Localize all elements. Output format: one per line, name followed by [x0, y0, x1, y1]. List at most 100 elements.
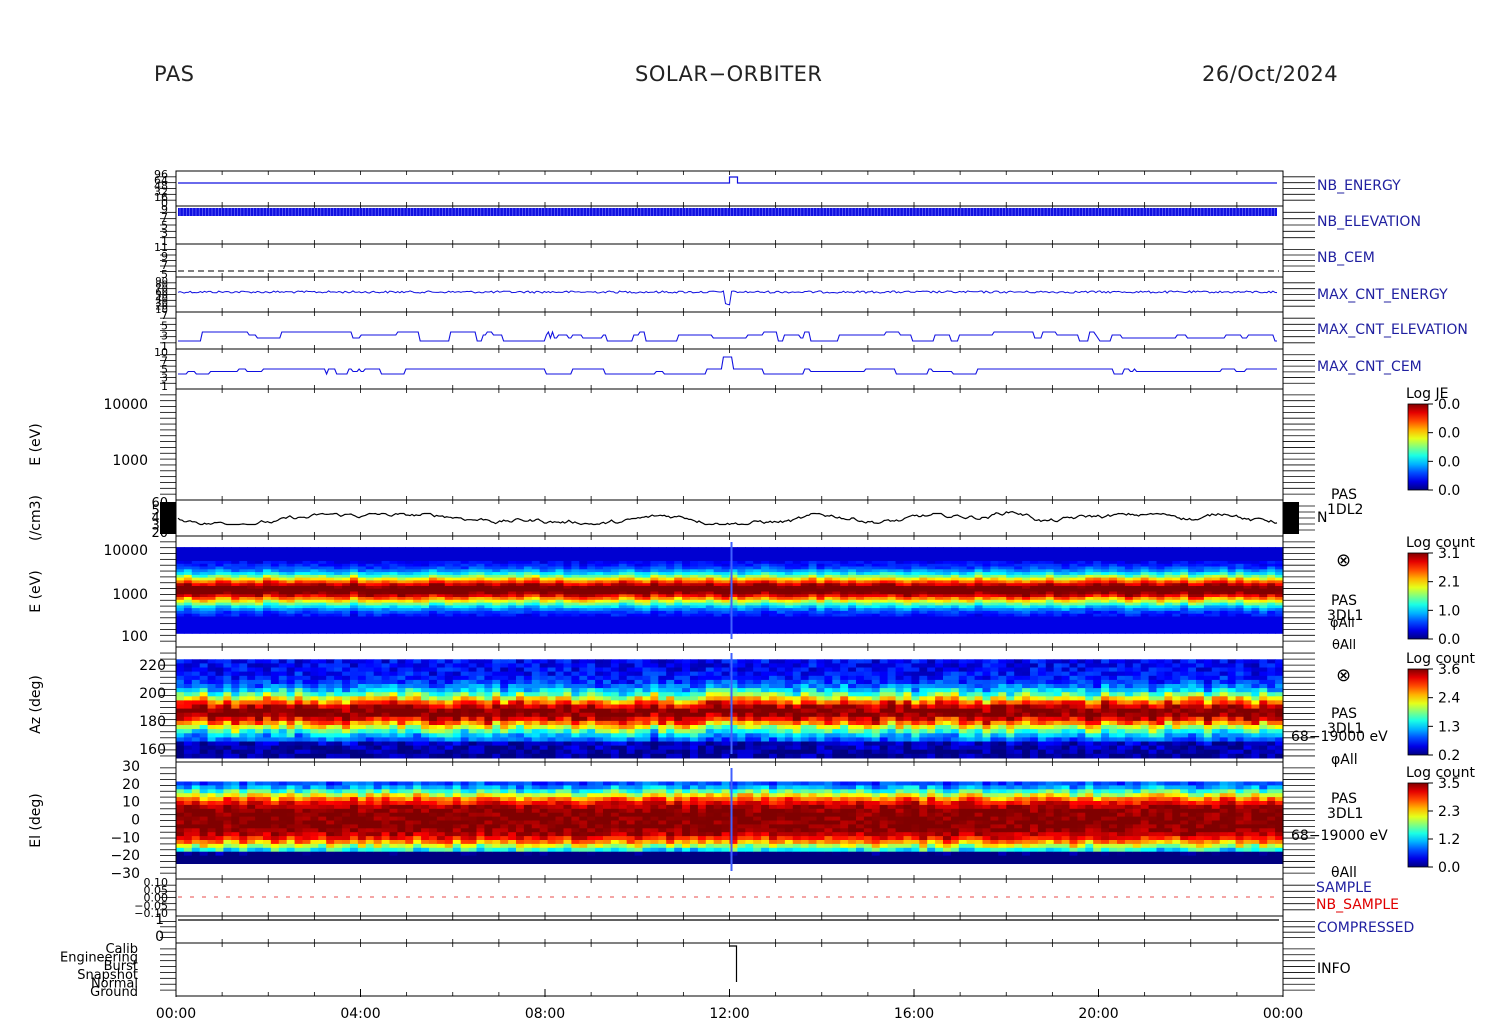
nb-energy-label: NB_ENERGY [1317, 178, 1401, 194]
energy-spectrogram-cell [1022, 630, 1031, 634]
energy-spectrogram-cell [365, 630, 375, 634]
energy-spectrogram-cell [1180, 630, 1189, 634]
energy-spectrogram-cell [452, 630, 462, 634]
je-spectrogram-border [175, 388, 1284, 501]
energy-spectrogram-cell [397, 630, 406, 634]
energy-spectrogram-cell [990, 630, 999, 634]
energy-spectrogram-cell [674, 630, 683, 634]
nb-cem-yticks: 11975 [154, 241, 168, 281]
energy-spectrogram-cell [278, 630, 288, 634]
energy-spectrogram-cell [492, 630, 501, 634]
energy-spectrogram-cell [342, 630, 351, 634]
energy-spectrogram-cell [1140, 630, 1150, 634]
energy-spectrogram-cell [516, 630, 525, 634]
energy-spectrogram-cell [840, 630, 849, 634]
energy-spectrogram-cell [753, 630, 762, 634]
energy-spectrogram-cell [191, 630, 201, 634]
energy-spectrogram-cell [1109, 630, 1118, 634]
energy-spectrogram-cell [1069, 630, 1078, 634]
energy-spectrogram-cell [310, 630, 319, 634]
energy-spectrogram-cell [1156, 630, 1165, 634]
max-cnt-energy-trace [177, 290, 1278, 306]
je-spectrogram-colorbar: Log JE0.00.00.00.0 [1406, 386, 1460, 499]
energy-spectrogram-cell [650, 630, 659, 634]
density-ytick-label: 20 [151, 526, 168, 541]
energy-spectrogram-cell [318, 630, 327, 634]
energy-spectrogram-cell [943, 630, 952, 634]
nb-cem-frame [160, 243, 1315, 278]
energy-spectrogram-cell [183, 630, 193, 634]
energy-spectrogram-cell [563, 630, 572, 634]
energy-spectrogram-cell [848, 630, 857, 634]
energy-spectrogram-cell [547, 630, 557, 634]
energy-spectrogram-cell [231, 630, 240, 634]
energy-spectrogram-cells [176, 547, 1284, 634]
energy-spectrogram-cell [966, 630, 976, 634]
density-trace [177, 510, 1278, 526]
energy-spectrogram-cell [500, 630, 509, 634]
density-border [175, 499, 1284, 537]
je-spectrogram-ytick-label: 1000 [112, 453, 148, 469]
energy-spectrogram-cell [721, 630, 731, 634]
energy-spectrogram-cell [1053, 630, 1063, 634]
energy-spectrogram-cell [958, 630, 968, 634]
je-spectrogram-ytick-label: 10000 [103, 397, 148, 413]
nb-energy-border [175, 170, 1284, 207]
energy-spectrogram-cell [950, 630, 960, 634]
energy-spectrogram-cell [468, 630, 478, 634]
energy-spectrogram-cell [603, 630, 612, 634]
energy-spectrogram-cell [1172, 630, 1181, 634]
summary-plot: 96644832160NB_ENERGY97531NB_ELEVATION119… [28, 168, 1475, 1020]
energy-spectrogram-cell [389, 630, 398, 634]
energy-spectrogram-cell [294, 630, 304, 634]
max-cnt-cem-border [175, 348, 1284, 390]
nb-energy-frame [160, 170, 1315, 207]
max-cnt-elevation-border [175, 311, 1284, 350]
energy-spectrogram-cell [1077, 630, 1086, 634]
max-cnt-cem-trace [178, 356, 1277, 376]
energy-spectrogram-cell [705, 630, 715, 634]
energy-spectrogram-cell [587, 630, 596, 634]
nb-cem-border [175, 243, 1284, 278]
energy-spectrogram-cell [429, 630, 438, 634]
energy-spectrogram-cell [935, 630, 944, 634]
je-spectrogram-colorbar-rect [1407, 403, 1429, 491]
energy-spectrogram-cell [666, 630, 675, 634]
energy-spectrogram-cell [697, 630, 707, 634]
energy-spectrogram-cell [223, 630, 232, 634]
energy-spectrogram-cell [682, 630, 691, 634]
energy-spectrogram-cell [326, 630, 335, 634]
energy-spectrogram-cell [1037, 630, 1047, 634]
energy-spectrogram-cell [286, 630, 296, 634]
energy-spectrogram-cell [263, 630, 272, 634]
energy-spectrogram-cell [373, 630, 383, 634]
density-frame [160, 499, 1315, 537]
energy-spectrogram-cell [776, 630, 786, 634]
je-spectrogram-ylabel: E (eV) [28, 423, 44, 465]
energy-spectrogram-cell [1148, 630, 1158, 634]
nb-cem-label: NB_CEM [1317, 250, 1375, 266]
density-yticks: 6050403020 [151, 496, 168, 541]
energy-spectrogram-cell [824, 630, 833, 634]
max-cnt-cem-label: MAX_CNT_CEM [1317, 359, 1422, 375]
energy-spectrogram-cell [816, 630, 825, 634]
energy-spectrogram-cell [421, 630, 430, 634]
max-cnt-cem-yticks: 107531 [154, 346, 168, 393]
je-spectrogram-colorbar-label: 0.0 [1438, 454, 1460, 470]
energy-spectrogram-cell [800, 630, 810, 634]
density-side-label: PAS [1331, 487, 1357, 503]
energy-spectrogram-cell [1196, 630, 1205, 634]
energy-spectrogram-cell [1188, 630, 1197, 634]
je-spectrogram-frame [160, 388, 1315, 501]
energy-spectrogram-cell [887, 630, 897, 634]
energy-spectrogram-cell [1203, 630, 1213, 634]
energy-spectrogram-cell [911, 630, 920, 634]
energy-spectrogram-cell [626, 630, 636, 634]
energy-spectrogram-cell [555, 630, 564, 634]
energy-spectrogram-cell [863, 630, 873, 634]
energy-spectrogram-cell [1061, 630, 1071, 634]
energy-spectrogram-cell [508, 630, 517, 634]
energy-spectrogram-cell [1124, 630, 1134, 634]
nb-elevation-label: NB_ELEVATION [1317, 214, 1421, 230]
energy-spectrogram-cell [239, 630, 248, 634]
